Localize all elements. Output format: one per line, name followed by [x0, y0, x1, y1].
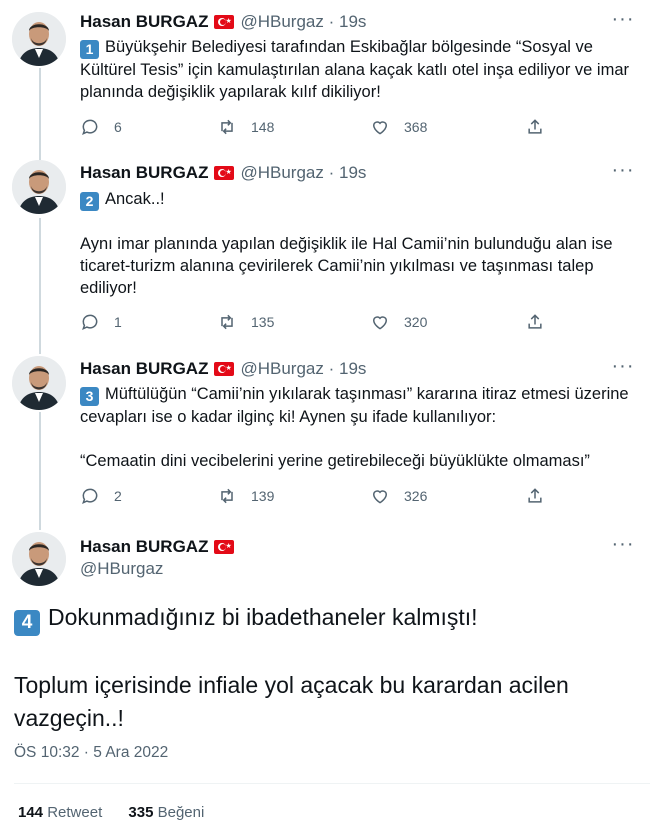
more-options-icon[interactable]: ··· [610, 534, 636, 559]
tweet-header: Hasan BURGAZ ★ @HBurgaz · 19s [80, 11, 366, 33]
reply-count: 6 [114, 119, 122, 135]
tweet-time[interactable]: 19s [339, 359, 366, 378]
like-button[interactable]: 320 [370, 310, 427, 334]
tweet-time[interactable]: 19s [339, 163, 366, 182]
retweet-count: 148 [251, 119, 275, 135]
retweet-count: 139 [251, 488, 275, 504]
keycap-number-icon: 2 [80, 192, 99, 211]
like-label[interactable]: Beğeni [158, 804, 205, 821]
share-icon [528, 119, 542, 134]
tweet-timestamp[interactable]: ÖS 10:32 · 5 Ara 2022 [14, 743, 168, 763]
tweet-header: Hasan BURGAZ ★ @HBurgaz · 19s [80, 358, 366, 380]
tweet-paragraph: Toplum içerisinde infiale yol açacak bu … [14, 672, 569, 731]
keycap-number-icon: 3 [80, 387, 99, 406]
retweet-icon [221, 119, 233, 135]
profile-photo-icon [12, 356, 66, 410]
action-bar: 6 148 368 [80, 115, 550, 139]
retweet-button[interactable]: 135 [217, 310, 274, 334]
tweet-paragraph: “Cemaatin dini vecibelerini yerine getir… [80, 452, 590, 470]
avatar[interactable] [12, 532, 66, 586]
reply-button[interactable]: 1 [80, 310, 122, 334]
thread-tweet-3[interactable]: Hasan BURGAZ ★ @HBurgaz · 19s ··· 3 Müftülü… [0, 344, 650, 520]
heart-icon [372, 121, 388, 135]
reply-button[interactable]: 2 [80, 484, 122, 508]
like-button[interactable]: 368 [370, 115, 427, 139]
author-name[interactable]: Hasan BURGAZ [80, 537, 208, 556]
author-handle[interactable]: @HBurgaz [240, 359, 323, 378]
share-icon [528, 314, 542, 329]
main-tweet-text: 4 Dokunmadığınız bi ibadethaneler kalmışt… [14, 601, 634, 735]
retweet-button[interactable]: 139 [217, 484, 274, 508]
retweet-total[interactable]: 144 [18, 804, 43, 821]
like-total[interactable]: 335 [128, 804, 153, 821]
more-options-icon[interactable]: ··· [610, 160, 636, 185]
separator-dot: · [328, 163, 335, 182]
reply-count: 2 [114, 488, 122, 504]
retweet-label[interactable]: Retweet [47, 804, 102, 821]
tweet-text: 1 Büyükşehir Belediyesi tarafından Eskiba… [80, 36, 636, 103]
keycap-number-icon: 4 [14, 610, 40, 636]
retweet-count: 135 [251, 314, 275, 330]
more-options-icon[interactable]: ··· [610, 9, 636, 34]
avatar[interactable] [12, 160, 66, 214]
engagement-stats: 144 Retweet 335 Beğeni [18, 803, 226, 823]
tweet-text: 2 Ancak..! Aynı imar planında yapılan değ… [80, 188, 636, 299]
author-name[interactable]: Hasan BURGAZ [80, 359, 208, 378]
author-name[interactable]: Hasan BURGAZ [80, 163, 208, 182]
like-count: 320 [404, 314, 428, 330]
tweet-paragraph: Aynı imar planında yapılan değişiklik il… [80, 235, 613, 297]
tweet-time[interactable]: 19s [339, 12, 366, 31]
like-count: 368 [404, 119, 428, 135]
like-button[interactable]: 326 [370, 484, 427, 508]
action-bar: 1 135 320 [80, 310, 550, 334]
reply-icon [82, 119, 98, 136]
keycap-number-icon: 1 [80, 40, 99, 59]
heart-icon [372, 490, 388, 504]
tweet-paragraph: Müftülüğün “Camii’nin yıkılarak taşınmas… [80, 385, 629, 426]
tweet-paragraph: Ancak..! [105, 190, 165, 208]
turkey-flag-icon: ★ [214, 15, 235, 29]
turkey-flag-icon: ★ [214, 540, 235, 554]
separator-dot: · [328, 12, 335, 31]
tweet-text: 3 Müftülüğün “Camii’nin yıkılarak taşınma… [80, 383, 636, 472]
thread-tweet-2[interactable]: Hasan BURGAZ ★ @HBurgaz · 19s ··· 2 Ancak..… [0, 150, 650, 344]
tweet-header: Hasan BURGAZ ★ @HBurgaz · 19s [80, 162, 366, 184]
retweet-button[interactable]: 148 [217, 115, 274, 139]
tweet-paragraph: Büyükşehir Belediyesi tarafından Eskibağ… [80, 38, 630, 101]
divider [14, 783, 650, 784]
profile-photo-icon [12, 532, 66, 586]
share-button[interactable] [525, 484, 545, 508]
author-handle[interactable]: @HBurgaz [240, 12, 323, 31]
avatar[interactable] [12, 356, 66, 410]
share-button[interactable] [525, 115, 545, 139]
turkey-flag-icon: ★ [214, 166, 235, 180]
main-tweet-author: Hasan BURGAZ ★ @HBurgaz [80, 536, 240, 580]
author-name[interactable]: Hasan BURGAZ [80, 12, 208, 31]
separator-dot: · [328, 359, 335, 378]
action-bar: 2 139 326 [80, 484, 550, 508]
reply-icon [82, 488, 98, 505]
like-count: 326 [404, 488, 428, 504]
more-options-icon[interactable]: ··· [610, 356, 636, 381]
retweet-icon [221, 314, 233, 330]
author-handle[interactable]: @HBurgaz [240, 163, 323, 182]
tweet-paragraph: Dokunmadığınız bi ibadethaneler kalmıştı… [48, 604, 478, 630]
reply-count: 1 [114, 314, 122, 330]
reply-icon [82, 314, 98, 331]
retweet-icon [221, 488, 233, 504]
turkey-flag-icon: ★ [214, 362, 235, 376]
author-handle[interactable]: @HBurgaz [80, 558, 240, 580]
share-icon [528, 488, 542, 503]
avatar[interactable] [12, 12, 66, 66]
reply-button[interactable]: 6 [80, 115, 122, 139]
profile-photo-icon [12, 160, 66, 214]
thread-tweet-1[interactable]: Hasan BURGAZ ★ @HBurgaz · 19s ··· 1 Büyükşe… [0, 0, 650, 150]
heart-icon [372, 316, 388, 330]
profile-photo-icon [12, 12, 66, 66]
share-button[interactable] [525, 310, 545, 334]
